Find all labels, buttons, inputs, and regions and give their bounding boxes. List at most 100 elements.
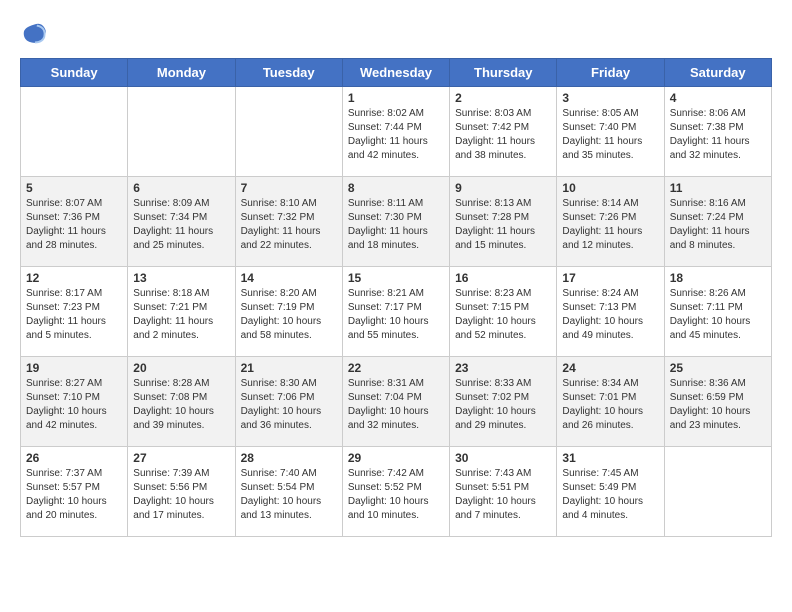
day-number: 18 [670,271,766,285]
calendar-week-row: 12 Sunrise: 8:17 AM Sunset: 7:23 PM Dayli… [21,267,772,357]
day-number: 26 [26,451,122,465]
day-number: 13 [133,271,229,285]
day-info: Sunrise: 7:43 AM Sunset: 5:51 PM Dayligh… [455,467,551,523]
logo [20,20,52,48]
calendar-cell: 27Sunrise: 7:39 AM Sunset: 5:56 PM Dayli… [128,447,235,537]
day-number: 25 [670,361,766,375]
weekday-header-saturday: Saturday [664,59,771,87]
day-number: 12 [26,271,122,285]
day-number: 29 [348,451,444,465]
calendar-cell: 23Sunrise: 8:33 AM Sunset: 7:02 PM Dayli… [450,357,557,447]
day-info: Sunrise: 8:17 AM Sunset: 7:23 PM Dayligh… [26,287,122,343]
weekday-header-friday: Friday [557,59,664,87]
calendar-cell: 20 Sunrise: 8:28 AM Sunset: 7:08 PM Dayli… [128,357,235,447]
day-number: 4 [670,91,766,105]
calendar-cell: 11Sunrise: 8:16 AM Sunset: 7:24 PM Dayli… [664,177,771,267]
day-info: Sunrise: 7:37 AM Sunset: 5:57 PM Dayligh… [26,467,122,523]
weekday-header-thursday: Thursday [450,59,557,87]
calendar-cell: 13 Sunrise: 8:18 AM Sunset: 7:21 PM Dayli… [128,267,235,357]
day-number: 21 [241,361,337,375]
calendar-cell: 10 Sunrise: 8:14 AM Sunset: 7:26 PM Dayli… [557,177,664,267]
calendar-cell: 8 Sunrise: 8:11 AM Sunset: 7:30 PM Daylig… [342,177,449,267]
day-info: Sunrise: 8:03 AM Sunset: 7:42 PM Dayligh… [455,107,551,163]
day-number: 16 [455,271,551,285]
day-info: Sunrise: 7:40 AM Sunset: 5:54 PM Dayligh… [241,467,337,523]
day-info: Sunrise: 8:31 AM Sunset: 7:04 PM Dayligh… [348,377,444,433]
day-info: Sunrise: 8:20 AM Sunset: 7:19 PM Dayligh… [241,287,337,343]
day-number: 2 [455,91,551,105]
calendar-cell: 18Sunrise: 8:26 AM Sunset: 7:11 PM Dayli… [664,267,771,357]
calendar-cell: 25 Sunrise: 8:36 AM Sunset: 6:59 PM Dayli… [664,357,771,447]
calendar-cell [128,87,235,177]
day-info: Sunrise: 8:30 AM Sunset: 7:06 PM Dayligh… [241,377,337,433]
calendar-cell: 29Sunrise: 7:42 AM Sunset: 5:52 PM Dayli… [342,447,449,537]
logo-icon [20,20,48,48]
calendar-cell: 2 Sunrise: 8:03 AM Sunset: 7:42 PM Daylig… [450,87,557,177]
weekday-header-tuesday: Tuesday [235,59,342,87]
calendar-cell [664,447,771,537]
day-info: Sunrise: 8:34 AM Sunset: 7:01 PM Dayligh… [562,377,658,433]
calendar-cell: 1Sunrise: 8:02 AM Sunset: 7:44 PM Daylig… [342,87,449,177]
calendar-cell: 24 Sunrise: 8:34 AM Sunset: 7:01 PM Dayli… [557,357,664,447]
day-number: 31 [562,451,658,465]
day-info: Sunrise: 8:36 AM Sunset: 6:59 PM Dayligh… [670,377,766,433]
day-info: Sunrise: 8:09 AM Sunset: 7:34 PM Dayligh… [133,197,229,253]
day-info: Sunrise: 8:24 AM Sunset: 7:13 PM Dayligh… [562,287,658,343]
calendar-week-row: 26 Sunrise: 7:37 AM Sunset: 5:57 PM Dayli… [21,447,772,537]
calendar-cell: 26 Sunrise: 7:37 AM Sunset: 5:57 PM Dayli… [21,447,128,537]
day-info: Sunrise: 8:10 AM Sunset: 7:32 PM Dayligh… [241,197,337,253]
calendar-cell: 3Sunrise: 8:05 AM Sunset: 7:40 PM Daylig… [557,87,664,177]
calendar-cell: 21 Sunrise: 8:30 AM Sunset: 7:06 PM Dayli… [235,357,342,447]
day-number: 20 [133,361,229,375]
day-number: 22 [348,361,444,375]
day-number: 14 [241,271,337,285]
day-number: 10 [562,181,658,195]
page-header [20,20,772,48]
day-number: 7 [241,181,337,195]
day-number: 8 [348,181,444,195]
day-info: Sunrise: 8:28 AM Sunset: 7:08 PM Dayligh… [133,377,229,433]
day-number: 5 [26,181,122,195]
calendar-cell: 5Sunrise: 8:07 AM Sunset: 7:36 PM Daylig… [21,177,128,267]
day-info: Sunrise: 8:14 AM Sunset: 7:26 PM Dayligh… [562,197,658,253]
calendar-cell: 12 Sunrise: 8:17 AM Sunset: 7:23 PM Dayli… [21,267,128,357]
weekday-header-row: SundayMondayTuesdayWednesdayThursdayFrid… [21,59,772,87]
calendar-cell: 31 Sunrise: 7:45 AM Sunset: 5:49 PM Dayli… [557,447,664,537]
day-number: 28 [241,451,337,465]
day-number: 17 [562,271,658,285]
calendar-cell: 22 Sunrise: 8:31 AM Sunset: 7:04 PM Dayli… [342,357,449,447]
day-info: Sunrise: 8:02 AM Sunset: 7:44 PM Dayligh… [348,107,444,163]
day-number: 24 [562,361,658,375]
day-info: Sunrise: 8:23 AM Sunset: 7:15 PM Dayligh… [455,287,551,343]
day-number: 30 [455,451,551,465]
calendar-cell: 14 Sunrise: 8:20 AM Sunset: 7:19 PM Dayli… [235,267,342,357]
day-info: Sunrise: 8:27 AM Sunset: 7:10 PM Dayligh… [26,377,122,433]
calendar-cell: 9Sunrise: 8:13 AM Sunset: 7:28 PM Daylig… [450,177,557,267]
weekday-header-monday: Monday [128,59,235,87]
day-info: Sunrise: 8:06 AM Sunset: 7:38 PM Dayligh… [670,107,766,163]
calendar-cell: 17 Sunrise: 8:24 AM Sunset: 7:13 PM Dayli… [557,267,664,357]
day-number: 15 [348,271,444,285]
calendar-cell: 19 Sunrise: 8:27 AM Sunset: 7:10 PM Dayli… [21,357,128,447]
day-info: Sunrise: 8:33 AM Sunset: 7:02 PM Dayligh… [455,377,551,433]
day-number: 11 [670,181,766,195]
day-info: Sunrise: 8:05 AM Sunset: 7:40 PM Dayligh… [562,107,658,163]
calendar-week-row: 19 Sunrise: 8:27 AM Sunset: 7:10 PM Dayli… [21,357,772,447]
calendar-cell [235,87,342,177]
calendar-cell: 6 Sunrise: 8:09 AM Sunset: 7:34 PM Daylig… [128,177,235,267]
day-number: 6 [133,181,229,195]
calendar-cell [21,87,128,177]
calendar-cell: 28 Sunrise: 7:40 AM Sunset: 5:54 PM Dayli… [235,447,342,537]
weekday-header-wednesday: Wednesday [342,59,449,87]
day-info: Sunrise: 7:45 AM Sunset: 5:49 PM Dayligh… [562,467,658,523]
calendar-cell: 7 Sunrise: 8:10 AM Sunset: 7:32 PM Daylig… [235,177,342,267]
day-info: Sunrise: 8:11 AM Sunset: 7:30 PM Dayligh… [348,197,444,253]
calendar-cell: 30 Sunrise: 7:43 AM Sunset: 5:51 PM Dayli… [450,447,557,537]
day-info: Sunrise: 8:21 AM Sunset: 7:17 PM Dayligh… [348,287,444,343]
day-number: 19 [26,361,122,375]
weekday-header-sunday: Sunday [21,59,128,87]
day-info: Sunrise: 7:39 AM Sunset: 5:56 PM Dayligh… [133,467,229,523]
calendar-table: SundayMondayTuesdayWednesdayThursdayFrid… [20,58,772,537]
calendar-week-row: 1Sunrise: 8:02 AM Sunset: 7:44 PM Daylig… [21,87,772,177]
day-info: Sunrise: 8:18 AM Sunset: 7:21 PM Dayligh… [133,287,229,343]
